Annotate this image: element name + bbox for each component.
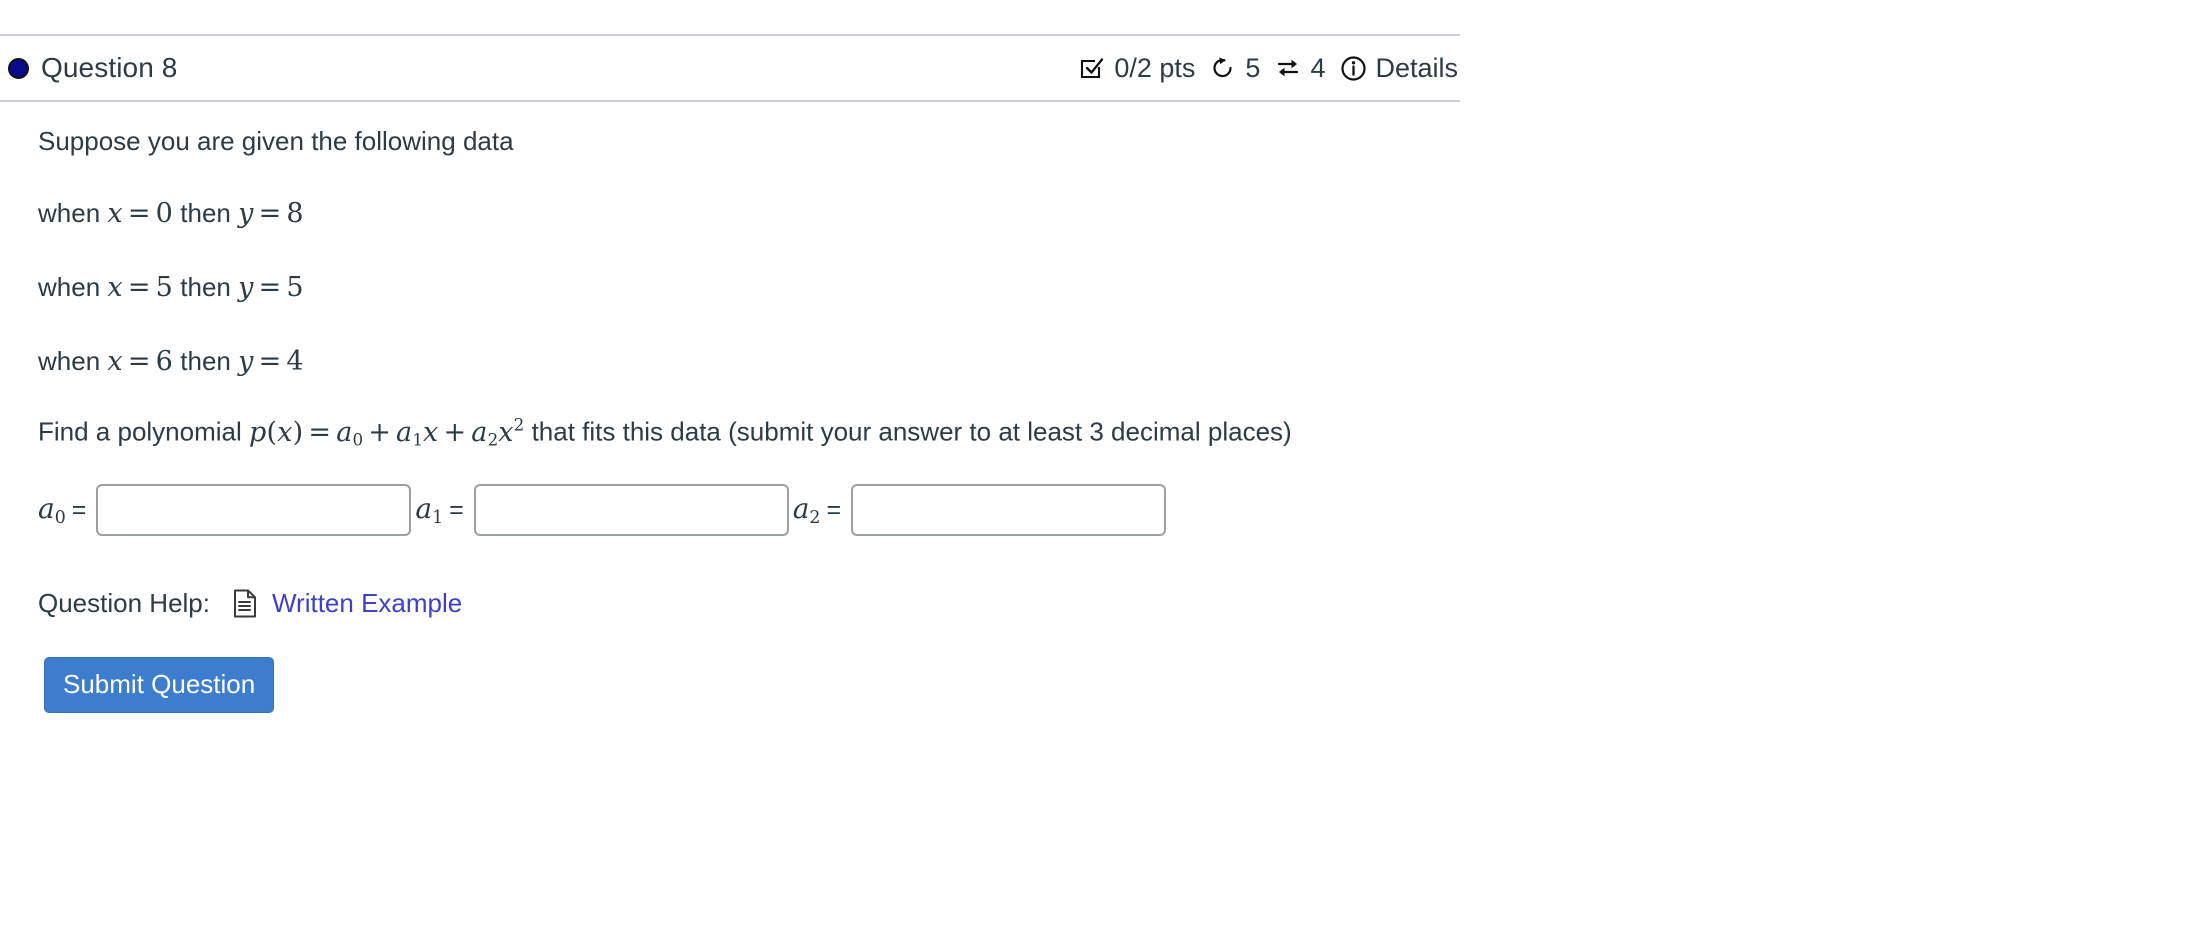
answer-label-sub: 1 xyxy=(432,508,444,529)
question-title: Question 8 xyxy=(41,52,178,83)
data-point-mid: then xyxy=(180,345,231,376)
equals-sign: = xyxy=(258,198,282,230)
answer-label-a0: a0 = xyxy=(38,492,96,528)
y-value: 4 xyxy=(286,345,304,377)
prompt-lead: Find a polynomial xyxy=(38,416,242,447)
data-point-math: x = 6 xyxy=(107,346,173,377)
data-point-mid: then xyxy=(180,271,231,302)
prompt-tail: that fits this data (submit your answer … xyxy=(531,416,1292,447)
info-circle-icon[interactable] xyxy=(1339,54,1367,82)
polynomial-formula: p(x) = a0 + a1x + a2x2 xyxy=(249,414,525,450)
exchange-arrows-icon xyxy=(1274,54,1302,82)
answer-label-sub: 2 xyxy=(809,508,821,529)
details-label[interactable]: Details xyxy=(1375,53,1458,84)
formula-x1: x xyxy=(277,416,293,448)
rotate-left-icon xyxy=(1209,54,1237,82)
data-point-math-y: y = 4 xyxy=(238,346,304,377)
x-variable: x xyxy=(107,198,123,230)
answer-label-base: a xyxy=(415,492,433,526)
answer-equals: = xyxy=(449,496,464,525)
answer-input-a2[interactable] xyxy=(851,484,1167,537)
answer-inputs-row: a0 = a1 = a2 = xyxy=(38,480,1452,537)
written-example-link[interactable]: Written Example xyxy=(272,588,462,619)
data-point-prefix: when xyxy=(38,345,101,376)
submit-question-button[interactable]: Submit Question xyxy=(44,657,275,714)
question-page: Question 8 0/2 pts 5 4 Details Suppose y… xyxy=(0,0,2211,947)
document-lines-icon[interactable] xyxy=(232,589,258,619)
y-variable: y xyxy=(238,198,254,230)
formula-a0-sub: 0 xyxy=(352,429,364,450)
question-header: Question 8 0/2 pts 5 4 Details xyxy=(0,36,1460,100)
data-point-prefix: when xyxy=(38,198,101,229)
data-point-mid: then xyxy=(180,198,231,229)
data-point-prefix: when xyxy=(38,271,101,302)
formula-equals: = xyxy=(308,416,332,448)
formula-rparen: ) xyxy=(292,416,304,448)
y-variable: y xyxy=(238,345,254,377)
checkbox-check-icon xyxy=(1078,54,1106,82)
equals-sign: = xyxy=(127,271,151,303)
question-help-label: Question Help: xyxy=(38,588,210,619)
equals-sign: = xyxy=(258,345,282,377)
y-value: 8 xyxy=(286,198,304,230)
question-header-left: Question 8 xyxy=(0,52,177,84)
formula-a2-sub: 2 xyxy=(487,429,499,450)
intro-text: Suppose you are given the following data xyxy=(38,126,514,156)
equals-sign: = xyxy=(127,345,151,377)
equals-sign: = xyxy=(258,271,282,303)
answer-equals: = xyxy=(826,496,842,525)
details-group[interactable]: Details xyxy=(1339,53,1458,84)
x-variable: x xyxy=(107,271,123,303)
x-value: 5 xyxy=(155,271,174,303)
data-point-math: x = 0 xyxy=(107,198,173,229)
question-body: Suppose you are given the following data… xyxy=(0,102,1460,714)
points-group: 0/2 pts xyxy=(1078,53,1195,84)
data-point-math: x = 5 xyxy=(107,272,173,303)
data-point-row-0: when x = 0 then y = 8 xyxy=(38,196,1452,232)
answer-input-a1[interactable] xyxy=(473,484,789,537)
question-status-dot xyxy=(8,57,29,79)
formula-a0: a xyxy=(336,416,353,448)
formula-p: p xyxy=(249,416,267,448)
exchanges-group: 4 xyxy=(1274,53,1325,84)
formula-exponent: 2 xyxy=(513,414,525,435)
answer-input-a0[interactable] xyxy=(96,484,412,537)
y-variable: y xyxy=(238,271,254,303)
data-point-row-2: when x = 6 then y = 4 xyxy=(38,344,1452,380)
attempts-group: 5 xyxy=(1209,53,1260,84)
points-value: 0/2 pts xyxy=(1114,52,1196,83)
y-value: 5 xyxy=(286,271,304,303)
submit-wrapper: Submit Question xyxy=(38,657,1452,714)
formula-a1: a xyxy=(396,416,413,448)
formula-plus2: + xyxy=(443,416,467,448)
answer-label-a1: a1 = xyxy=(415,492,473,528)
x-value: 0 xyxy=(155,198,174,230)
data-point-row-1: when x = 5 then y = 5 xyxy=(38,270,1452,306)
equals-sign: = xyxy=(127,198,151,230)
exchanges-value: 4 xyxy=(1310,52,1326,83)
attempts-value: 5 xyxy=(1245,52,1261,83)
x-variable: x xyxy=(107,345,123,377)
answer-equals: = xyxy=(71,496,87,525)
formula-lparen: ( xyxy=(266,416,278,448)
formula-a2: a xyxy=(471,416,488,448)
x-value: 6 xyxy=(155,345,174,377)
data-point-math-y: y = 8 xyxy=(238,198,304,229)
question-help-row: Question Help: Written Example xyxy=(38,588,1452,619)
answer-label-base: a xyxy=(792,492,810,526)
formula-a1-sub: 1 xyxy=(412,429,423,450)
answer-label-sub: 0 xyxy=(54,508,66,529)
answer-label-a2: a2 = xyxy=(793,492,851,528)
question-header-right: 0/2 pts 5 4 Details xyxy=(1078,53,1460,84)
prompt-text: Find a polynomial p(x) = a0 + a1x + a2x2 that … xyxy=(38,413,1383,450)
formula-x2: x xyxy=(423,416,439,448)
answer-label-base: a xyxy=(38,492,55,526)
question-container: Question 8 0/2 pts 5 4 Details Suppose y… xyxy=(0,0,1460,714)
formula-x3: x xyxy=(498,416,514,448)
data-point-math-y: y = 5 xyxy=(238,272,304,303)
formula-plus1: + xyxy=(368,416,392,448)
